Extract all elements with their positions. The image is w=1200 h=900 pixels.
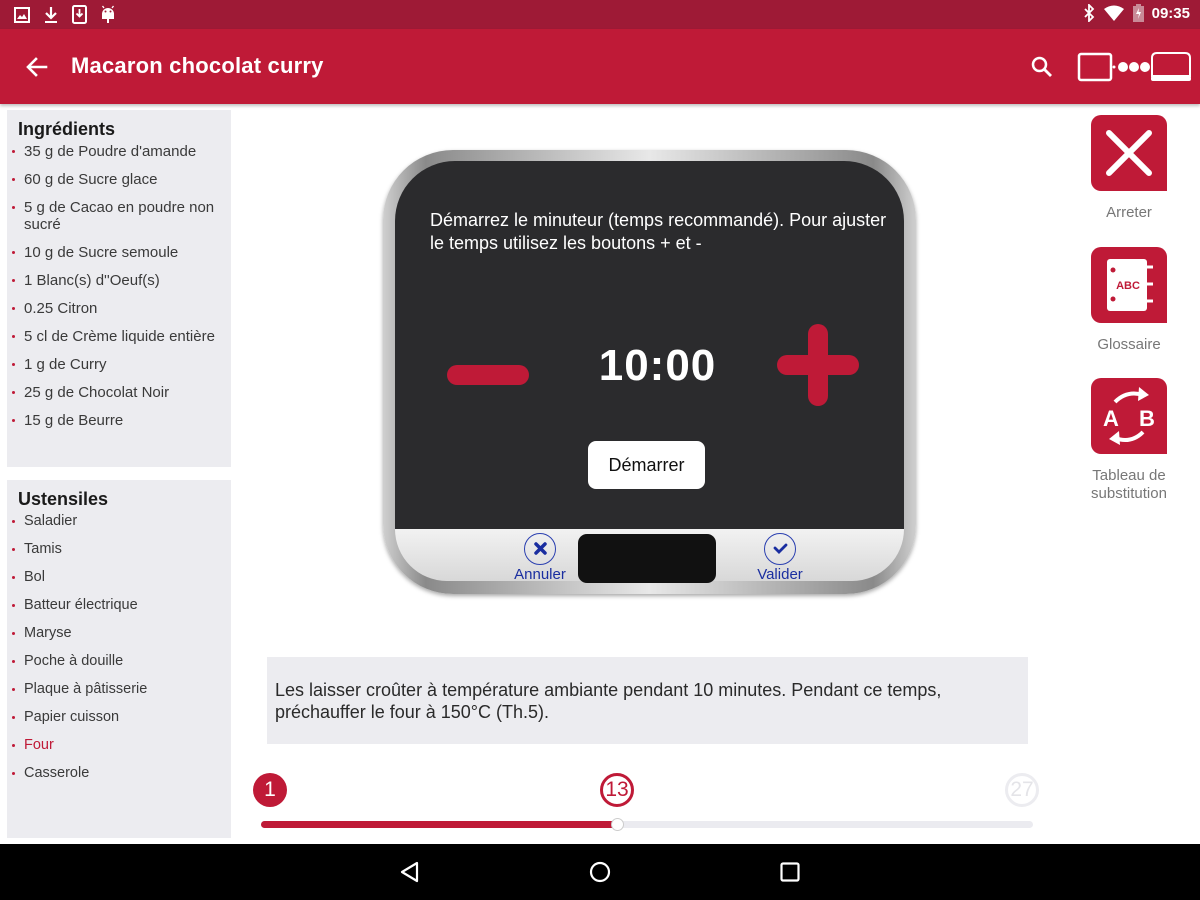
- utensil-item: Plaque à pâtisserie: [7, 681, 231, 698]
- wifi-icon: [1103, 5, 1124, 21]
- timer-instruction: Démarrez le minuteur (temps recommandé).…: [430, 210, 887, 253]
- battery-charging-icon: [1132, 4, 1144, 22]
- ingredients-list: 35 g de Poudre d'amande 60 g de Sucre gl…: [7, 143, 231, 429]
- start-timer-button[interactable]: Démarrer: [588, 441, 705, 489]
- ingredient-item: 0.25 Citron: [7, 300, 231, 317]
- validate-label: Valider: [757, 566, 803, 583]
- ingredients-title: Ingrédients: [18, 119, 116, 139]
- validate-button[interactable]: Valider: [740, 533, 820, 583]
- progress-slider-thumb[interactable]: [611, 818, 624, 831]
- timer-device: Démarrez le minuteur (temps recommandé).…: [383, 150, 916, 594]
- utensil-item: Tamis: [7, 541, 231, 558]
- download-tablet-icon: [72, 5, 87, 24]
- utensil-item: Batteur électrique: [7, 597, 231, 614]
- ingredient-item: 60 g de Sucre glace: [7, 171, 231, 188]
- utensil-item: Papier cuisson: [7, 709, 231, 726]
- system-nav-bar: [0, 844, 1200, 900]
- nav-back-icon[interactable]: [398, 860, 422, 884]
- substitution-label: Tableau de substitution: [1091, 467, 1167, 502]
- glossary-book-icon: ABC: [1091, 247, 1167, 323]
- utensil-item: Casserole: [7, 765, 231, 782]
- app-bar: Macaron chocolat curry: [0, 29, 1200, 104]
- svg-text:A: A: [1103, 406, 1119, 431]
- status-time: 09:35: [1151, 4, 1190, 22]
- timer-decrease-button[interactable]: [447, 365, 529, 385]
- ingredient-item: 25 g de Chocolat Noir: [7, 384, 231, 401]
- close-icon: [1091, 115, 1167, 191]
- utensil-item: Bol: [7, 569, 231, 586]
- ingredient-item: 5 cl de Crème liquide entière: [7, 328, 231, 345]
- status-bar: 09:35: [0, 0, 1200, 29]
- arrow-left-icon[interactable]: [24, 54, 50, 80]
- page-title: Macaron chocolat curry: [71, 53, 324, 78]
- step-description-box: Les laisser croûter à température ambian…: [267, 657, 1028, 744]
- nav-recents-icon[interactable]: [778, 860, 802, 884]
- step-description: Les laisser croûter à température ambian…: [275, 680, 942, 722]
- cancel-label: Annuler: [514, 566, 566, 583]
- utensil-item: Poche à douille: [7, 653, 231, 670]
- step-progress: 1 13 27: [253, 770, 1039, 840]
- timer-controls: Annuler Valider: [395, 529, 904, 583]
- stop-button[interactable]: Arreter: [1078, 115, 1180, 222]
- ingredient-item: 1 Blanc(s) d''Oeuf(s): [7, 272, 231, 289]
- progress-slider-track[interactable]: [261, 818, 1033, 831]
- timer-increase-button[interactable]: [777, 324, 859, 406]
- utensil-item: Saladier: [7, 513, 231, 530]
- progress-current-step: 13: [600, 773, 634, 807]
- android-icon: [101, 5, 115, 23]
- cancel-button[interactable]: Annuler: [500, 533, 580, 583]
- tablet-to-device-icon[interactable]: [1077, 50, 1192, 84]
- progress-first-step[interactable]: 1: [253, 773, 287, 807]
- stop-label: Arreter: [1106, 204, 1152, 221]
- search-icon[interactable]: [1030, 55, 1054, 79]
- ingredient-item: 15 g de Beurre: [7, 412, 231, 429]
- ingredients-panel: Ingrédients 35 g de Poudre d'amande 60 g…: [7, 110, 231, 467]
- substitution-table-button[interactable]: AB Tableau de substitution: [1078, 378, 1180, 503]
- cancel-x-icon: [524, 533, 556, 565]
- timer-lcd-display: [578, 534, 716, 583]
- ingredient-item: 1 g de Curry: [7, 356, 231, 373]
- glossary-button[interactable]: ABC Glossaire: [1078, 247, 1180, 354]
- timer-value: 10:00: [598, 341, 717, 390]
- bluetooth-icon: [1083, 4, 1094, 22]
- glossary-label: Glossaire: [1097, 336, 1161, 353]
- image-icon: [14, 6, 30, 23]
- ingredient-item: 5 g de Cacao en poudre non sucré: [7, 199, 231, 233]
- checkmark-icon: [764, 533, 796, 565]
- progress-last-step[interactable]: 27: [1005, 773, 1039, 807]
- utensils-title: Ustensiles: [18, 489, 109, 509]
- utensils-list: Saladier Tamis Bol Batteur électrique Ma…: [7, 513, 231, 782]
- svg-text:B: B: [1139, 406, 1155, 431]
- download-icon: [45, 6, 57, 23]
- ingredient-item: 35 g de Poudre d'amande: [7, 143, 231, 160]
- ingredient-item: 10 g de Sucre semoule: [7, 244, 231, 261]
- timer-screen: Démarrez le minuteur (temps recommandé).…: [395, 161, 904, 529]
- substitution-ab-icon: AB: [1091, 378, 1167, 454]
- utensil-item-highlighted: Four: [7, 737, 231, 754]
- nav-home-icon[interactable]: [588, 860, 612, 884]
- svg-text:ABC: ABC: [1116, 280, 1140, 292]
- utensils-panel: Ustensiles Saladier Tamis Bol Batteur él…: [7, 480, 231, 838]
- progress-slider-fill: [261, 821, 617, 828]
- utensil-item: Maryse: [7, 625, 231, 642]
